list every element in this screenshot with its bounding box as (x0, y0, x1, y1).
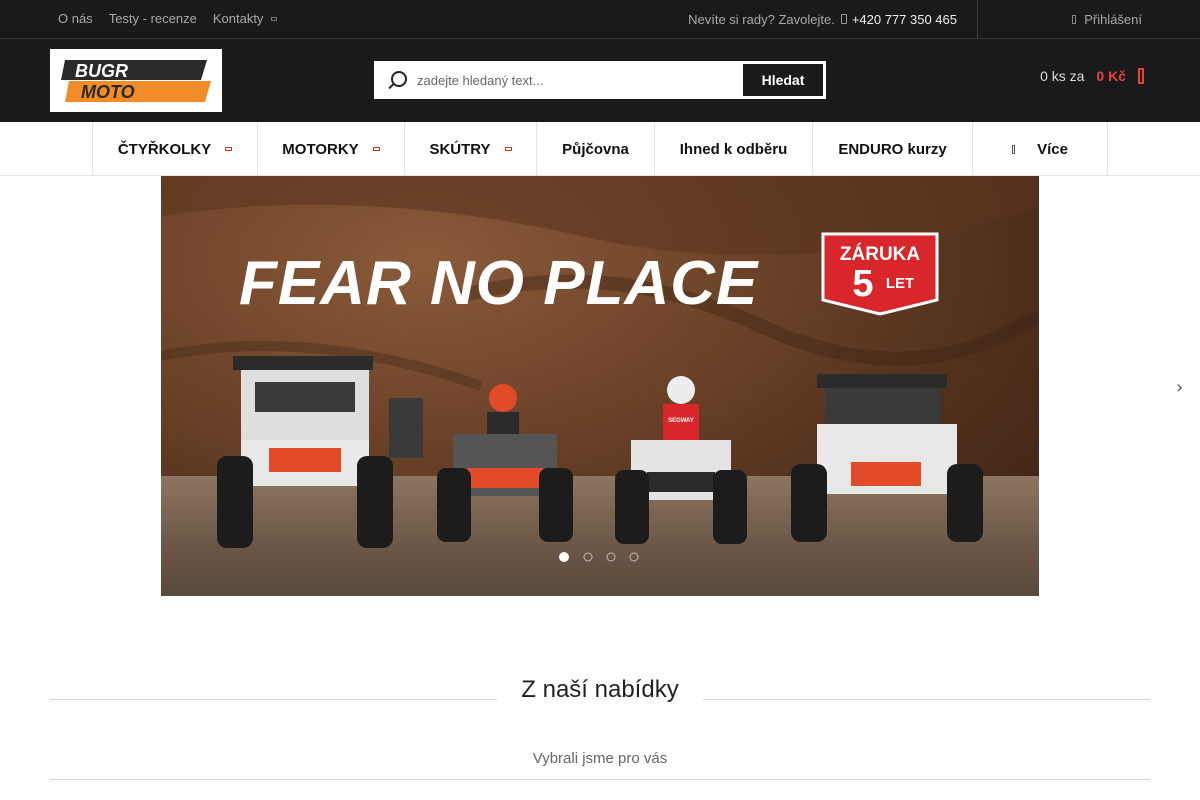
nav-item-label: ČTYŘKOLKY (117, 140, 212, 158)
slider-dots (559, 552, 639, 562)
nav-item-enduro-kurzy[interactable]: ENDURO kurzy (813, 122, 973, 176)
slider-dot-active[interactable] (559, 552, 569, 562)
slider-dot[interactable] (606, 552, 616, 562)
search-bar: Hledat (374, 61, 826, 99)
cart-icon (1138, 68, 1144, 84)
atv-right-image: SEGWAY (615, 376, 747, 544)
top-link-contacts-label: Kontakty (212, 10, 264, 26)
top-link-reviews[interactable]: Testy - recenze (109, 11, 197, 26)
nav-item-ctyrkolky[interactable]: ČTYŘKOLKY (93, 122, 258, 176)
search-button[interactable]: Hledat (741, 62, 825, 98)
warranty-label: ZÁRUKA (840, 243, 920, 265)
user-icon (1072, 14, 1077, 24)
warranty-unit: LET (886, 275, 914, 292)
utv-left-image (217, 356, 423, 548)
nav-item-label: ENDURO kurzy (838, 140, 947, 158)
atv-left-image (437, 384, 573, 542)
warranty-badge: ZÁRUKA 5 LET (821, 232, 939, 316)
top-link-about[interactable]: O nás (58, 11, 93, 26)
nav-item-label: Půjčovna (562, 140, 629, 158)
login-label: Přihlášení (1084, 11, 1142, 27)
nav-item-skutry[interactable]: SKÚTRY (405, 122, 537, 176)
search-icon (375, 62, 417, 98)
header: BUGR MOTO Hledat 0 ks za 0 Kč (0, 39, 1200, 122)
chevron-down-icon (225, 147, 233, 151)
nav-item-ihned-k-odberu[interactable]: Ihned k odběru (655, 122, 813, 176)
section-header: Z naší nabídky (50, 672, 1150, 712)
cart-price: 0 Kč (1096, 68, 1126, 84)
nav-item-label: MOTORKY (282, 140, 359, 158)
jersey-brand-text: SEGWAY (668, 418, 694, 424)
nav-item-label: Více (1037, 140, 1068, 158)
main-nav-items: ČTYŘKOLKY MOTORKY SKÚTRY Půjčovna Ihned … (92, 122, 1108, 176)
logo-text-top: BUGR (75, 61, 128, 81)
slider-dot[interactable] (629, 552, 639, 562)
cart-count: 0 ks za (1040, 68, 1085, 84)
main-nav: ČTYŘKOLKY MOTORKY SKÚTRY Půjčovna Ihned … (0, 122, 1200, 176)
section-title: Z naší nabídky (521, 676, 679, 703)
nav-item-label: SKÚTRY (429, 140, 491, 158)
banner-headline: FEAR NO PLACE (239, 249, 759, 318)
nav-item-motorky[interactable]: MOTORKY (258, 122, 405, 176)
login-link[interactable]: Přihlášení (1072, 0, 1142, 38)
top-link-contacts[interactable]: Kontakty (213, 11, 278, 26)
banner-artwork: FEAR NO PLACE ZÁRUKA 5 LET SEGWAY (161, 176, 1039, 562)
nav-item-label: Ihned k odběru (679, 140, 788, 158)
search-input[interactable] (417, 62, 741, 98)
utv-right-image (791, 374, 983, 542)
help-text: Nevíte si rady? Zavolejte. (688, 11, 835, 27)
hero-banner[interactable]: FEAR NO PLACE ZÁRUKA 5 LET SEGWAY (161, 176, 1039, 596)
site-logo[interactable]: BUGR MOTO (50, 49, 222, 112)
nav-item-pujcovna[interactable]: Půjčovna (537, 122, 655, 176)
warranty-years: 5 (852, 263, 873, 305)
top-bar: O nás Testy - recenze Kontakty Nevíte si… (0, 0, 1200, 39)
menu-icon (1012, 144, 1016, 154)
help-contact: Nevíte si rady? Zavolejte. +420 777 350 … (688, 0, 957, 38)
section-subtitle: Vybrali jsme pro vás (532, 750, 668, 767)
nav-item-vice[interactable]: Více (973, 122, 1108, 176)
divider (50, 779, 1150, 780)
phone-icon (840, 14, 847, 24)
chevron-down-icon (271, 17, 278, 22)
logo-text-bottom: MOTO (81, 82, 135, 102)
bugr-moto-logo-icon: BUGR MOTO (61, 59, 211, 102)
phone-link[interactable]: +420 777 350 465 (852, 12, 957, 27)
divider (977, 0, 978, 38)
slider-dot[interactable] (583, 552, 593, 562)
top-links: O nás Testy - recenze Kontakty (58, 0, 278, 36)
chevron-down-icon (372, 147, 380, 151)
chevron-down-icon (504, 147, 512, 151)
cart-summary[interactable]: 0 ks za 0 Kč (1040, 68, 1144, 84)
chevron-right-icon[interactable]: › (1176, 378, 1186, 398)
